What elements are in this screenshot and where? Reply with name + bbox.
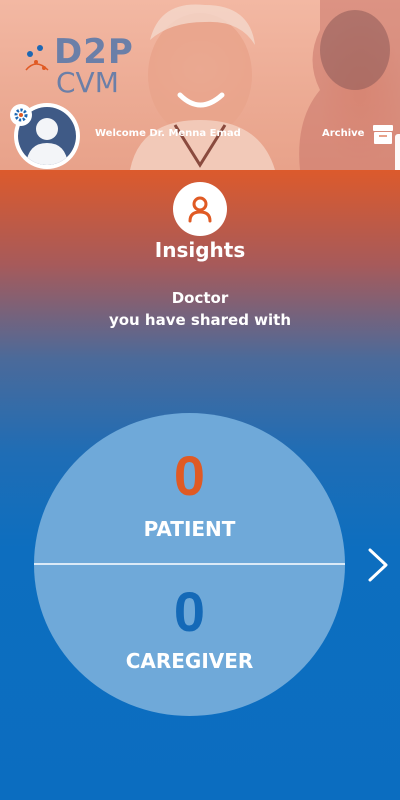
- archive-link[interactable]: Archive: [322, 128, 364, 139]
- logo-mark-icon: [25, 45, 49, 71]
- archive-icon[interactable]: [372, 123, 394, 145]
- app-logo: D2P CVM: [22, 32, 133, 99]
- patient-label: PATIENT: [143, 517, 236, 541]
- subtitle-line-2: you have shared with: [108, 311, 292, 329]
- stats-divider: [34, 563, 345, 565]
- patient-count: 0: [173, 444, 206, 507]
- user-icon: [188, 196, 212, 223]
- caregiver-label: CAREGIVER: [125, 649, 254, 673]
- insights-user-badge: [173, 182, 227, 236]
- header-banner: D2P CVM Welcome Dr. Menna Emad Archive: [0, 0, 400, 170]
- insights-title: Insights: [154, 238, 246, 262]
- subtitle-line-1: Doctor: [171, 289, 229, 307]
- stats-circle: 0 PATIENT 0 CAREGIVER: [34, 413, 345, 716]
- welcome-text: Welcome Dr. Menna Emad: [95, 128, 241, 139]
- insights-subtitle: Doctor you have shared with: [0, 287, 400, 331]
- gear-icon: [14, 108, 28, 122]
- settings-gear-button[interactable]: [10, 104, 32, 126]
- logo-text-cvm: CVM: [56, 66, 119, 99]
- caregiver-count: 0: [173, 580, 206, 643]
- chevron-right-icon[interactable]: [364, 546, 390, 584]
